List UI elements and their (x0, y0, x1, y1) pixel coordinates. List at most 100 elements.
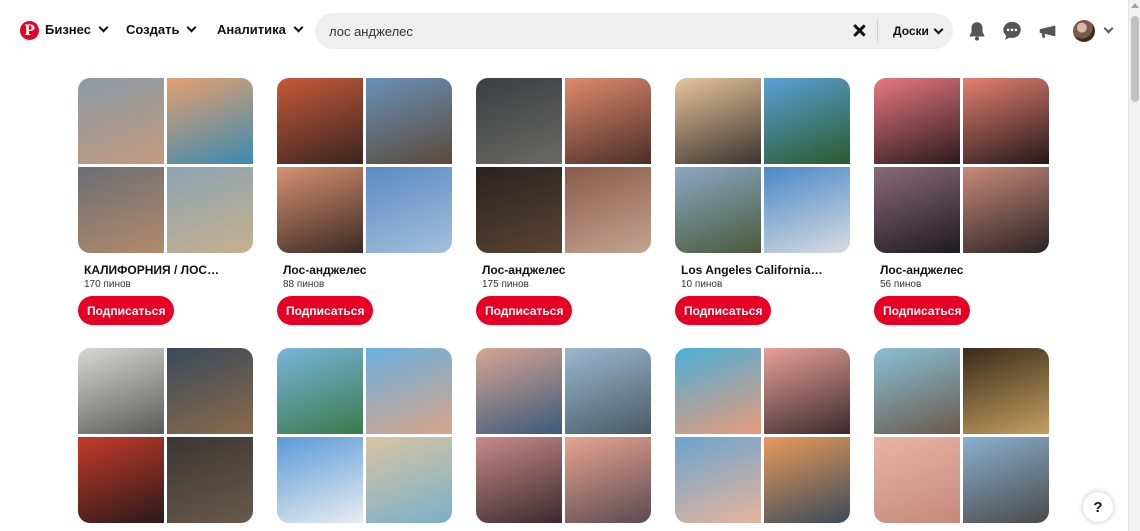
board-pin-image (476, 348, 562, 434)
chevron-down-icon (933, 24, 944, 34)
board-title[interactable]: Лос-анджелес (482, 263, 642, 277)
board-title[interactable]: Los Angeles California… (681, 263, 841, 277)
board-pin-image (366, 167, 452, 253)
board-card[interactable] (675, 348, 850, 523)
board-pin-image (476, 78, 562, 164)
board-title[interactable]: Лос-анджелес (880, 263, 1040, 277)
search-divider (877, 20, 878, 42)
chat-icon[interactable] (1001, 20, 1023, 42)
chevron-down-icon (187, 22, 197, 33)
board-card[interactable]: Лос-анджелес 56 пинов Подписаться (874, 78, 1049, 325)
board-pin-image (167, 78, 253, 164)
board-pin-image (675, 348, 761, 434)
board-collage[interactable] (476, 78, 651, 253)
board-pin-image (963, 167, 1049, 253)
board-pin-image (874, 437, 960, 523)
bell-icon[interactable] (966, 20, 988, 42)
board-pin-image (476, 167, 562, 253)
board-card[interactable]: КАЛИФОРНИЯ / ЛОС… 170 пинов Подписаться (78, 78, 253, 325)
top-nav-bar: P Бизнес Создать Аналитика Доски (0, 0, 1128, 62)
board-pin-image (277, 167, 363, 253)
follow-button[interactable]: Подписаться (874, 296, 971, 325)
board-pin-image (675, 78, 761, 164)
follow-button[interactable]: Подписаться (476, 296, 573, 325)
board-pin-image (565, 437, 651, 523)
search-scope-label: Доски (893, 24, 929, 38)
board-pin-image (366, 78, 452, 164)
board-collage[interactable] (277, 348, 452, 523)
follow-button[interactable]: Подписаться (675, 296, 772, 325)
avatar[interactable] (1073, 20, 1095, 42)
board-collage[interactable] (874, 78, 1049, 253)
board-pin-image (565, 348, 651, 434)
board-title[interactable]: Лос-анджелес (283, 263, 443, 277)
board-collage[interactable] (78, 78, 253, 253)
board-card[interactable]: Лос-анджелес 175 пинов Подписаться (476, 78, 651, 325)
board-card[interactable]: Los Angeles California… 10 пинов Подписа… (675, 78, 850, 325)
board-pin-image (167, 348, 253, 434)
nav-create-label: Создать (126, 22, 180, 37)
board-pin-image (167, 167, 253, 253)
board-pin-image (764, 437, 850, 523)
scroll-up-arrow-icon[interactable] (1131, 3, 1139, 8)
board-pin-image (874, 167, 960, 253)
board-pin-image (277, 348, 363, 434)
board-pin-image (366, 348, 452, 434)
pinterest-logo-letter: P (24, 23, 35, 39)
board-pin-count: 56 пинов (880, 279, 922, 290)
page-scrollbar[interactable] (1128, 0, 1140, 531)
board-collage[interactable] (675, 348, 850, 523)
board-card[interactable]: Лос-анджелес 88 пинов Подписаться (277, 78, 452, 325)
board-card[interactable] (78, 348, 253, 523)
chevron-down-icon (98, 22, 109, 33)
search-input[interactable] (329, 13, 839, 49)
chevron-down-icon[interactable] (1103, 23, 1114, 34)
board-title[interactable]: КАЛИФОРНИЯ / ЛОС… (84, 263, 244, 277)
board-pin-image (874, 78, 960, 164)
nav-business[interactable]: Бизнес (45, 22, 109, 37)
board-pin-image (78, 437, 164, 523)
board-pin-image (78, 348, 164, 434)
board-pin-image (764, 348, 850, 434)
board-pin-image (78, 167, 164, 253)
board-collage[interactable] (874, 348, 1049, 523)
board-pin-image (78, 78, 164, 164)
clear-search-icon[interactable] (849, 21, 869, 41)
board-pin-image (476, 437, 562, 523)
board-card[interactable] (874, 348, 1049, 523)
board-pin-image (764, 78, 850, 164)
board-pin-image (675, 167, 761, 253)
board-card[interactable] (476, 348, 651, 523)
search-scope-dropdown[interactable]: Доски (893, 24, 944, 38)
search-bar: Доски (315, 13, 953, 49)
pinterest-logo[interactable]: P (20, 21, 39, 40)
board-pin-image (963, 348, 1049, 434)
nav-business-label: Бизнес (45, 22, 91, 37)
board-pin-count: 10 пинов (681, 279, 723, 290)
board-pin-image (963, 437, 1049, 523)
chevron-down-icon (293, 22, 304, 33)
megaphone-icon[interactable] (1037, 20, 1059, 42)
board-pin-image (277, 437, 363, 523)
board-pin-image (565, 78, 651, 164)
nav-analytics[interactable]: Аналитика (217, 22, 304, 37)
board-collage[interactable] (277, 78, 452, 253)
board-pin-count: 170 пинов (84, 279, 131, 290)
board-pin-image (874, 348, 960, 434)
follow-button[interactable]: Подписаться (78, 296, 175, 325)
board-pin-image (675, 437, 761, 523)
board-collage[interactable] (675, 78, 850, 253)
scrollbar-thumb[interactable] (1131, 16, 1139, 102)
board-pin-image (963, 78, 1049, 164)
follow-button[interactable]: Подписаться (277, 296, 374, 325)
board-collage[interactable] (78, 348, 253, 523)
board-pin-count: 88 пинов (283, 279, 325, 290)
board-card[interactable] (277, 348, 452, 523)
board-pin-image (764, 167, 850, 253)
board-collage[interactable] (476, 348, 651, 523)
help-button[interactable]: ? (1083, 492, 1113, 522)
board-pin-image (167, 437, 253, 523)
nav-create[interactable]: Создать (126, 22, 197, 37)
nav-analytics-label: Аналитика (217, 22, 286, 37)
board-pin-image (565, 167, 651, 253)
